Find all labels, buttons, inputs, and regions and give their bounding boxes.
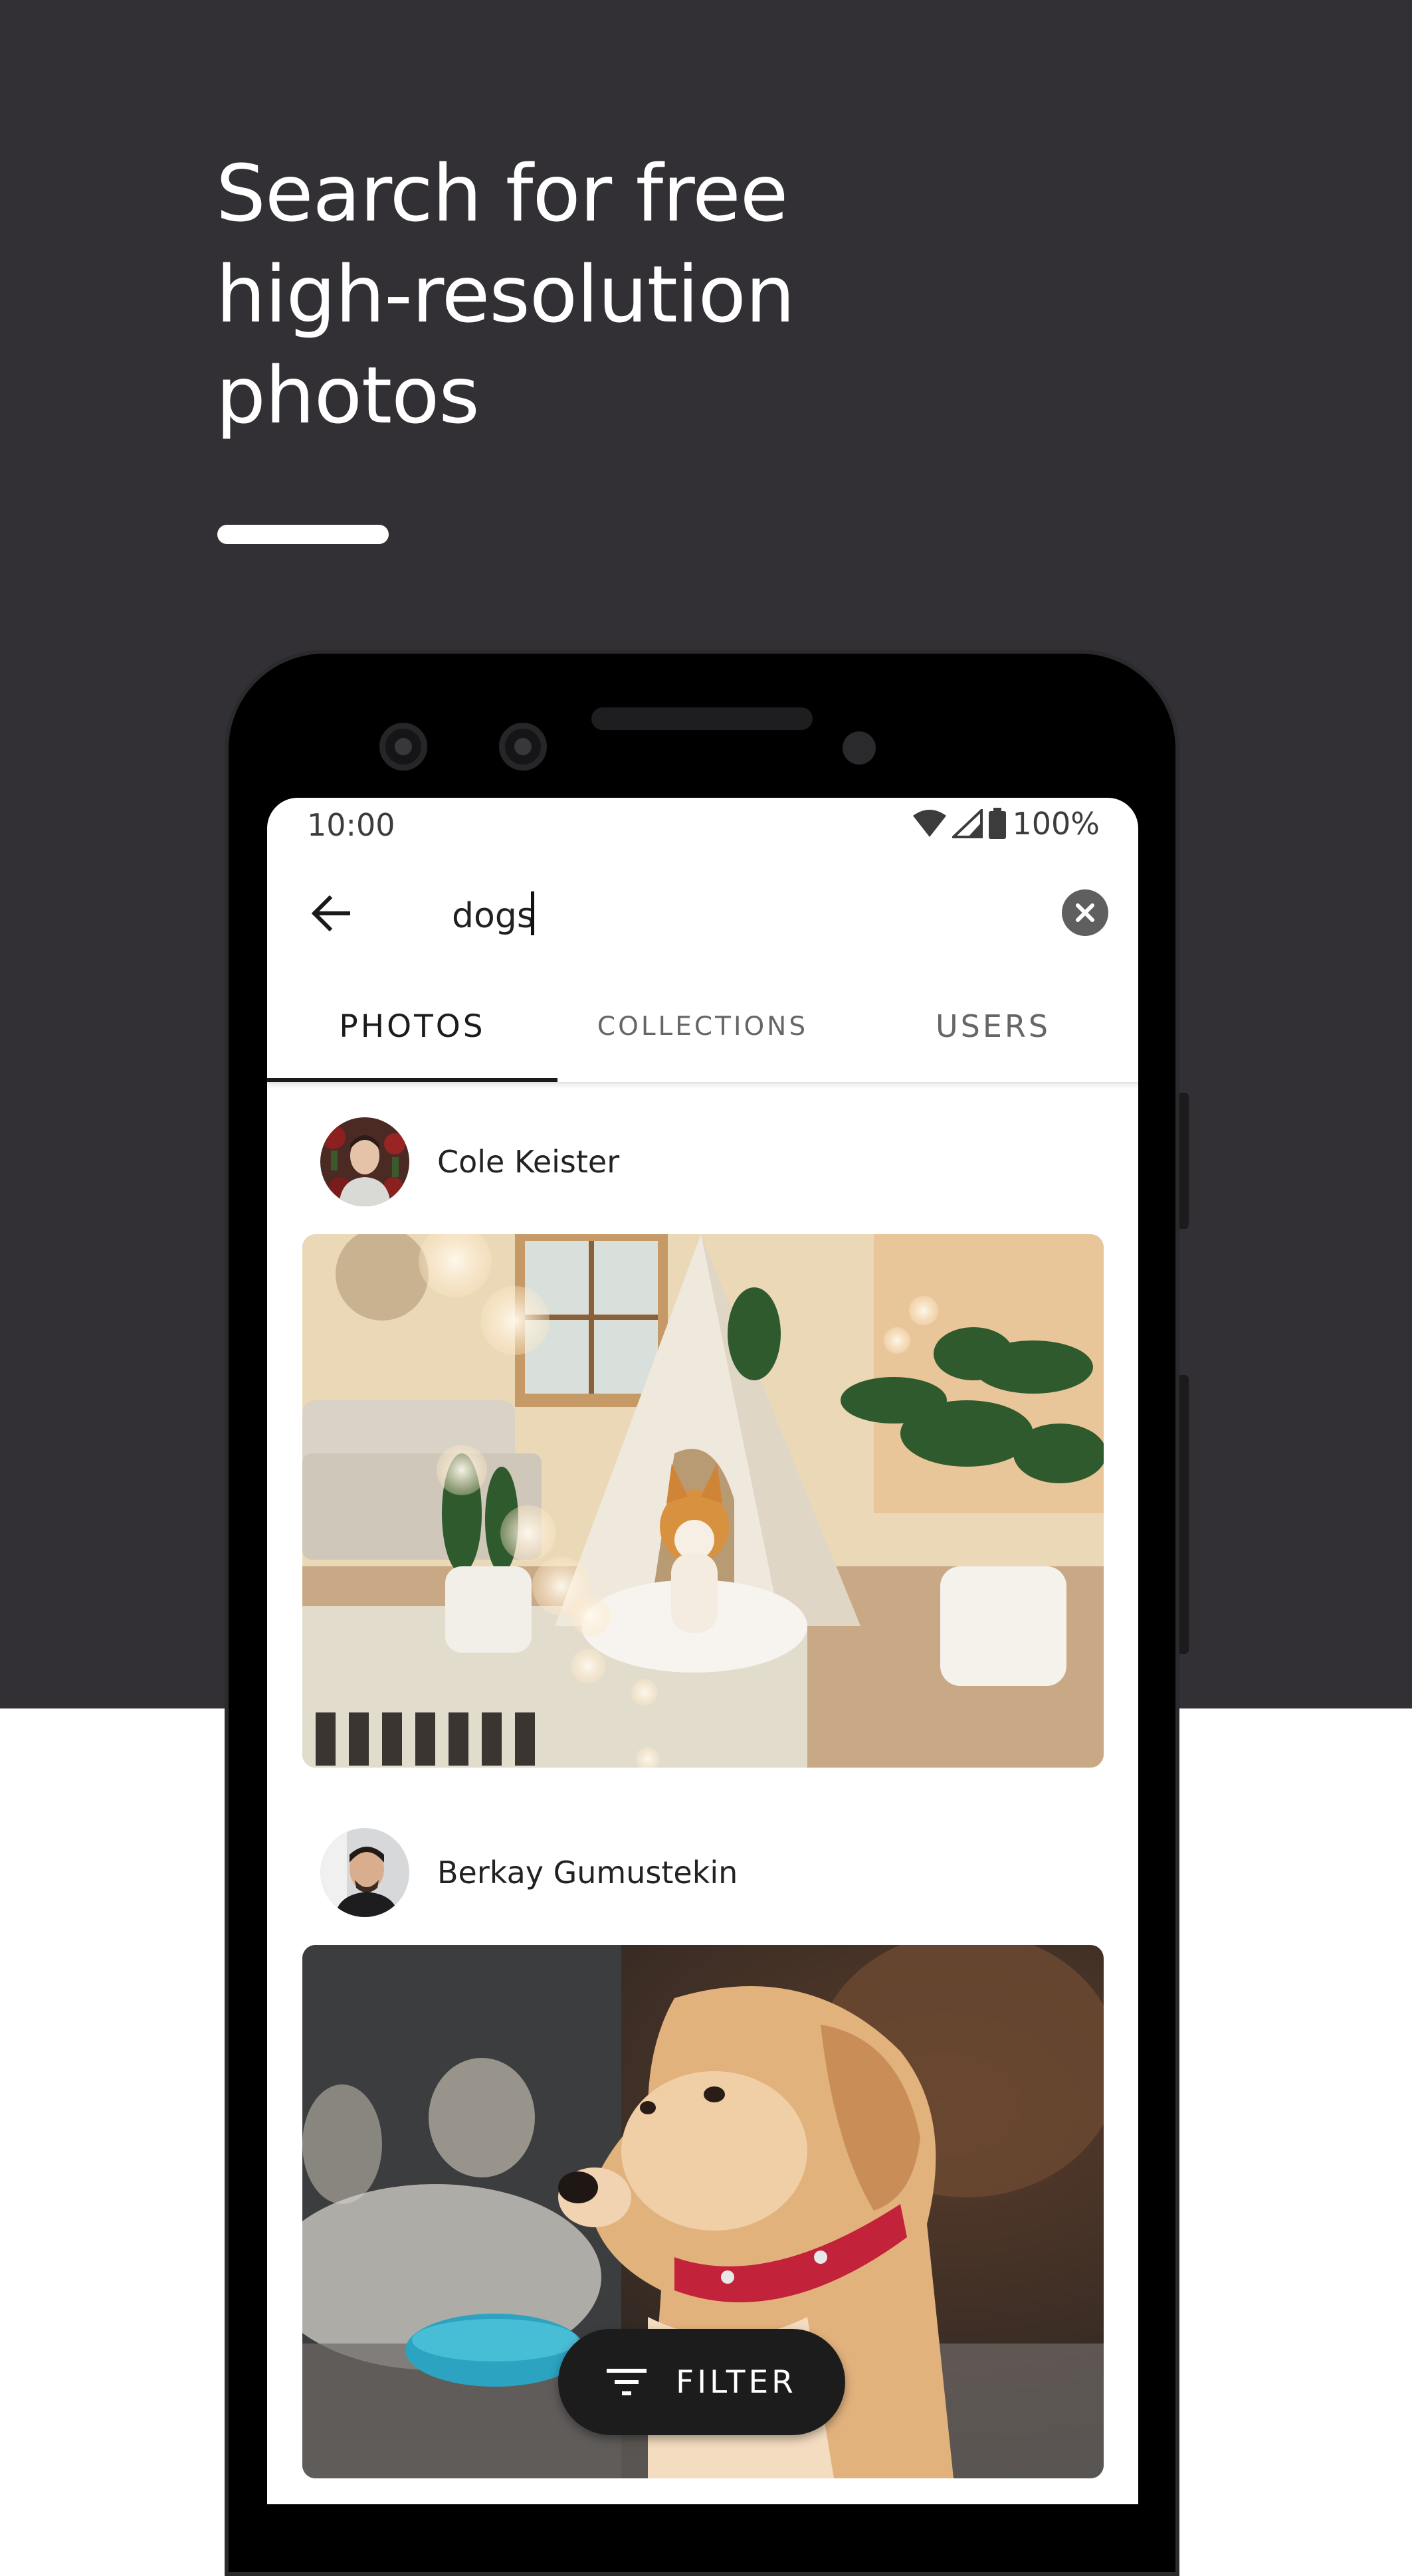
front-camera-right: [499, 723, 547, 771]
status-bar: 10:00 100%: [267, 798, 1138, 855]
headline-line-1: Search for free: [216, 147, 788, 239]
cell-signal-icon: [952, 809, 983, 838]
status-icons: 100%: [912, 806, 1100, 842]
filter-list-icon: [607, 2369, 647, 2395]
filter-label: FILTER: [676, 2363, 797, 2401]
headline-underline: [217, 525, 389, 544]
battery-icon: [989, 808, 1007, 839]
photo-card[interactable]: [302, 1234, 1104, 1768]
tab-photos[interactable]: PHOTOS: [267, 972, 557, 1081]
corgi-teepee-photo: [302, 1234, 1104, 1768]
tab-users[interactable]: USERS: [848, 972, 1138, 1081]
author-name[interactable]: Cole Keister: [437, 1144, 619, 1180]
phone-speaker: [591, 707, 813, 730]
phone-volume-button: [1179, 1093, 1189, 1229]
avatar[interactable]: [320, 1828, 409, 1917]
photo-author-row[interactable]: Cole Keister: [320, 1117, 619, 1206]
status-time: 10:00: [307, 807, 395, 843]
text-caret: [531, 891, 534, 935]
battery-percentage: 100%: [1012, 806, 1100, 842]
active-tab-indicator: [267, 1078, 557, 1082]
app-screen: 10:00 100% PHOTOS COLLECTIONS USERS: [267, 798, 1138, 2504]
search-bar: [267, 855, 1138, 972]
clear-circle-icon: [1076, 903, 1094, 922]
avatar[interactable]: [320, 1117, 409, 1206]
clear-search-button[interactable]: [1062, 889, 1108, 936]
phone-power-button: [1179, 1375, 1189, 1654]
search-input[interactable]: [452, 889, 957, 943]
headline-line-3: photos: [216, 349, 480, 441]
filter-button[interactable]: FILTER: [558, 2329, 845, 2435]
photo-author-row[interactable]: Berkay Gumustekin: [320, 1828, 738, 1917]
arrow-back-icon: [311, 895, 350, 931]
front-camera-left: [379, 723, 427, 771]
promo-headline: Search for free high-resolution photos: [216, 143, 947, 446]
search-tabs: PHOTOS COLLECTIONS USERS: [267, 972, 1138, 1083]
wifi-icon: [913, 810, 947, 837]
headline-line-2: high-resolution: [216, 248, 795, 340]
proximity-sensor: [843, 731, 876, 765]
author-name[interactable]: Berkay Gumustekin: [437, 1855, 738, 1890]
back-button[interactable]: [300, 883, 360, 943]
tab-collections[interactable]: COLLECTIONS: [557, 972, 848, 1081]
